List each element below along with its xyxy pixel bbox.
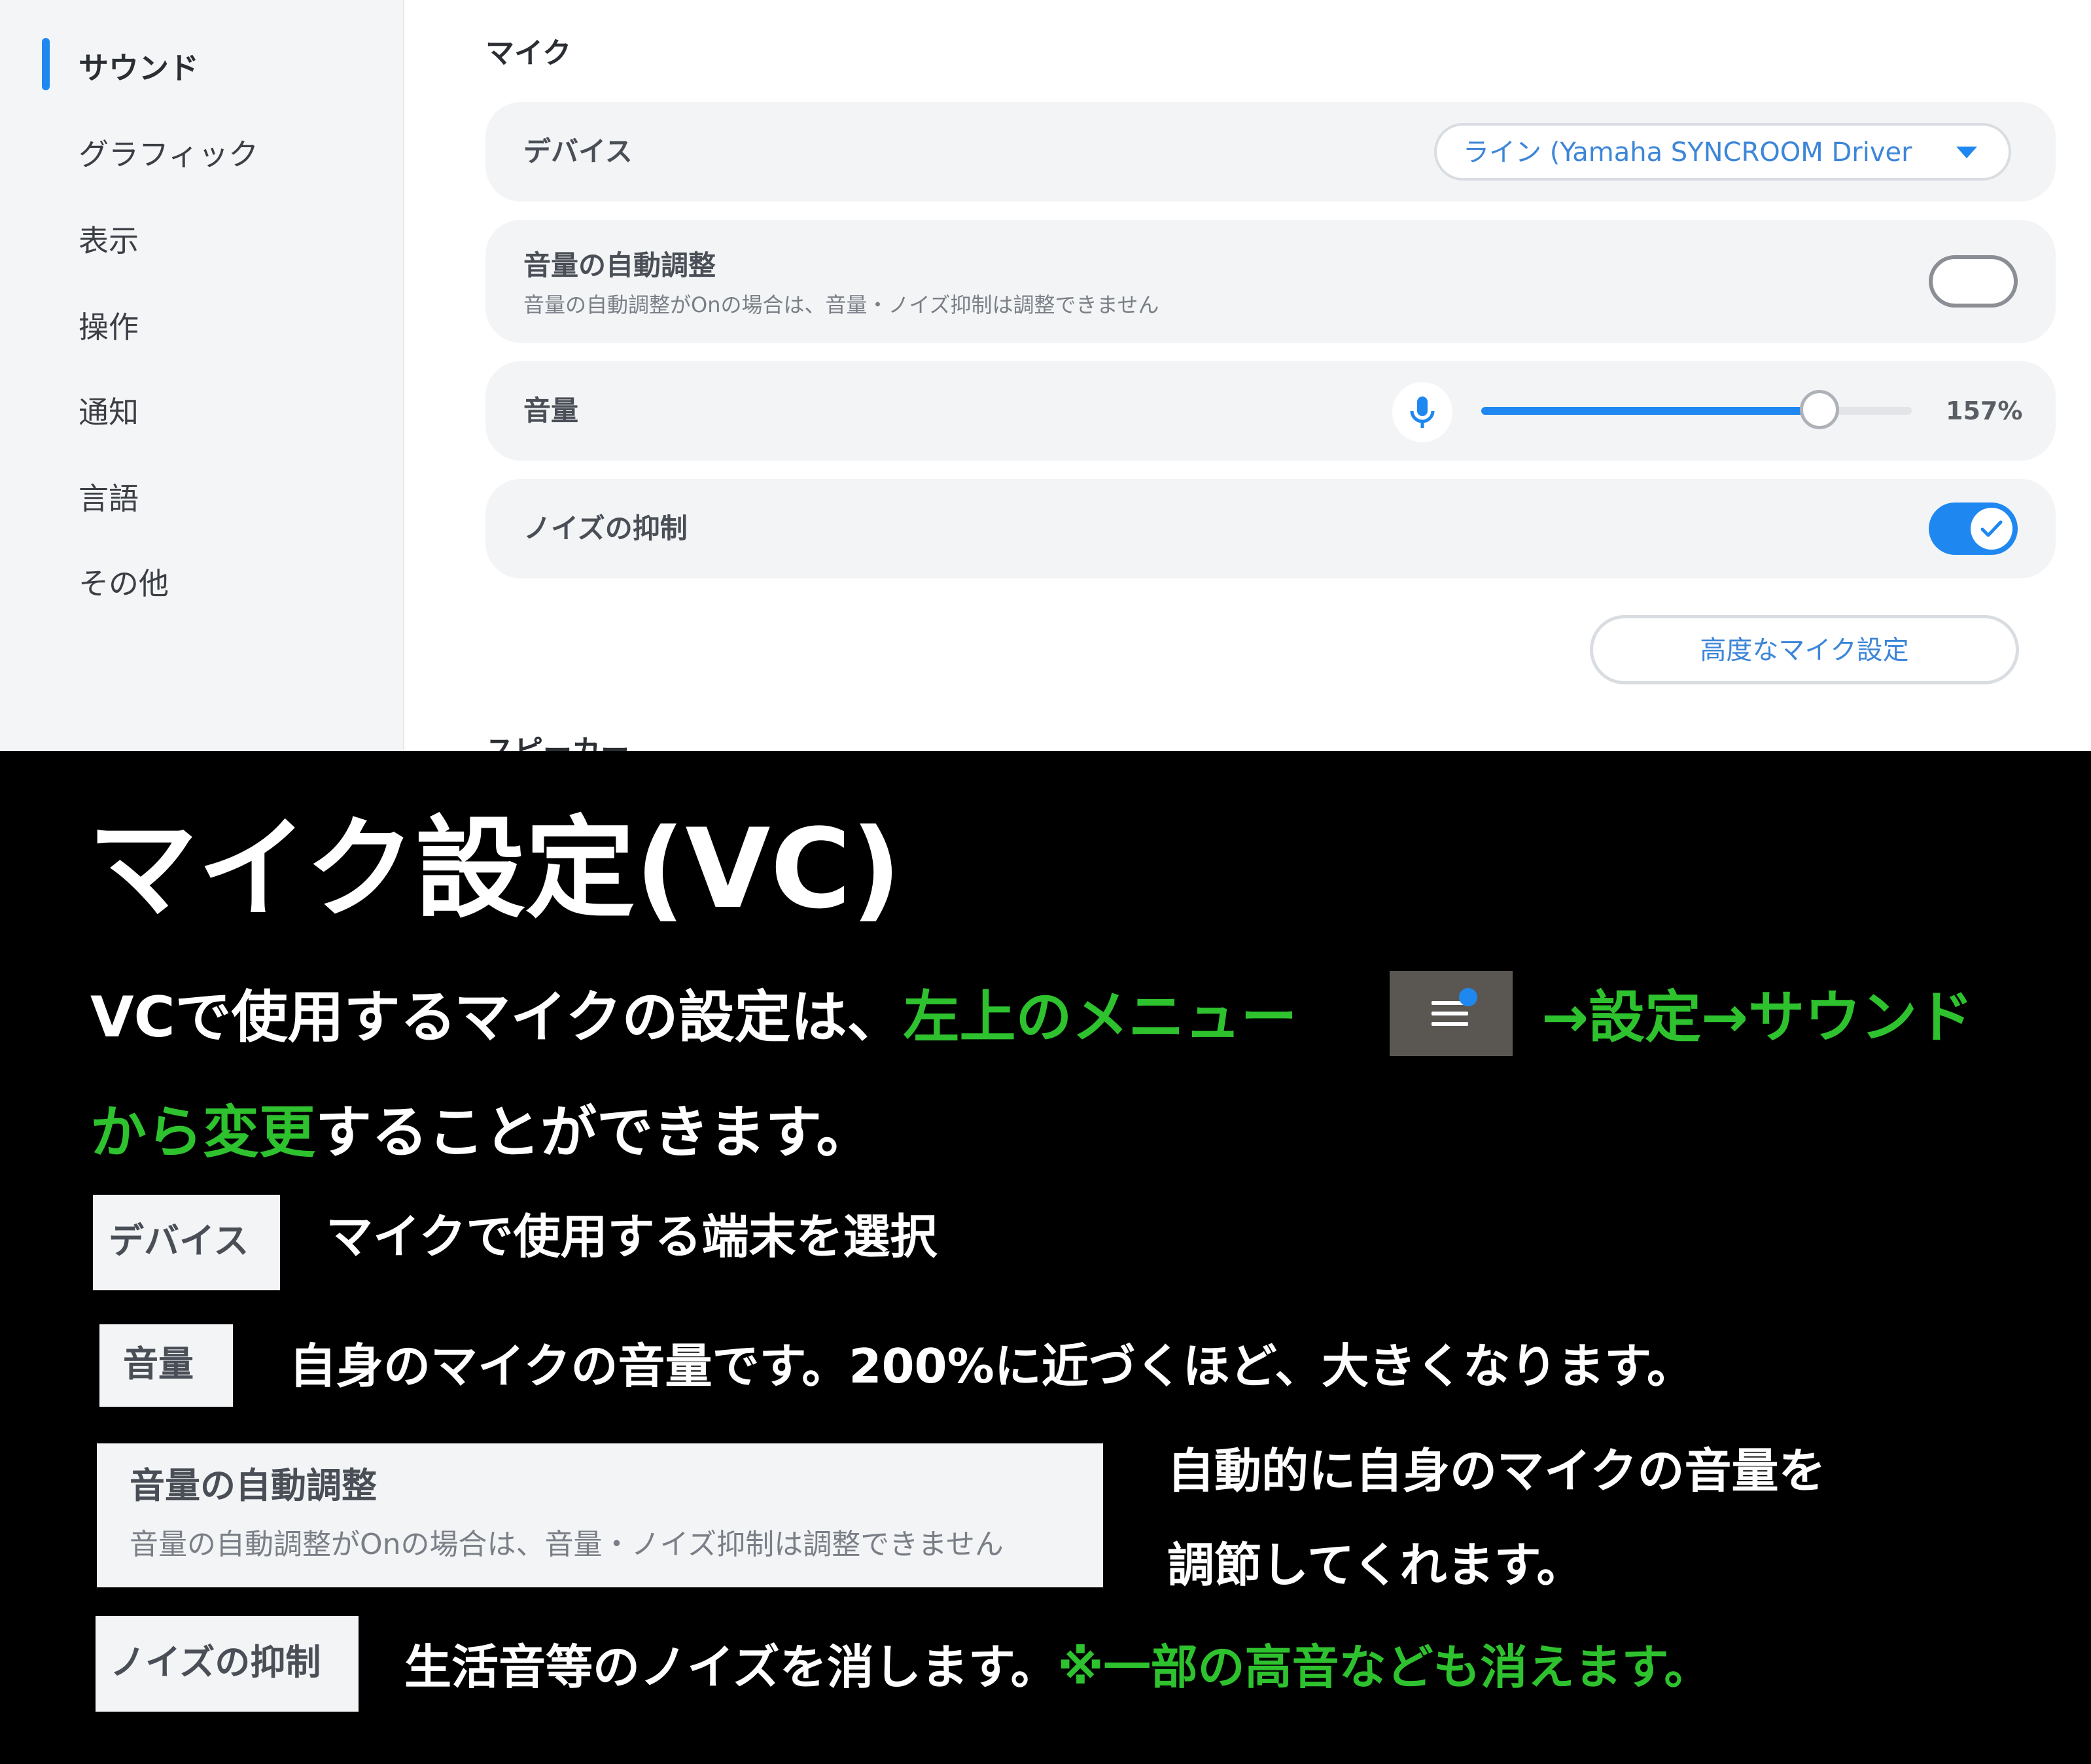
sidebar-item-language[interactable]: 言語 [79,479,139,518]
chip-volume-label: 音量 [123,1343,194,1385]
sidebar-item-notifications[interactable]: 通知 [79,393,139,432]
caption-line1-path: →設定→サウンド [1541,985,1974,1050]
auto-volume-label: 音量の自動調整 [523,249,716,281]
auto-volume-toggle[interactable] [1929,255,2018,308]
device-select-value: ライン (Yamaha SYNCROOM Driver [1463,137,1912,168]
chip-device: デバイス [93,1195,280,1290]
auto-volume-note: 音量の自動調整がOnの場合は、音量・ノイズ抑制は調整できません [523,292,1159,317]
chip-noise-label: ノイズの抑制 [110,1642,321,1683]
desc-auto-volume-line2: 調節してくれます。 [1167,1538,1584,1593]
device-select[interactable]: ライン (Yamaha SYNCROOM Driver [1434,123,2011,181]
desc-noise-text: 生活音等のノイズを消します。 [404,1640,1058,1695]
desc-auto-volume-line1: 自動的に自身のマイクの音量を [1167,1443,1826,1498]
hamburger-menu-icon [1432,1001,1468,1032]
microphone-icon [1410,397,1435,428]
toggle-knob [1971,508,2012,550]
chip-volume: 音量 [99,1324,233,1407]
check-icon [1980,520,2003,537]
caption-line2-text: することができます。 [315,1100,873,1165]
sidebar-item-other[interactable]: その他 [79,564,169,603]
noise-toggle[interactable] [1929,503,2018,555]
device-row: デバイス ライン (Yamaha SYNCROOM Driver [485,102,2056,202]
auto-volume-row: 音量の自動調整 音量の自動調整がOnの場合は、音量・ノイズ抑制は調整できません [485,220,2056,343]
desc-volume: 自身のマイクの音量です。200%に近づくほど、大きくなります。 [289,1339,1694,1394]
advanced-mic-settings-button[interactable]: 高度なマイク設定 [1590,615,2019,684]
caret-down-icon [1956,147,1977,158]
active-nav-indicator [42,38,50,90]
caption-line-1: VCで使用するマイクの設定は、左上のメニュー [90,981,1297,1053]
noise-label: ノイズの抑制 [523,512,688,544]
sidebar-item-graphics[interactable]: グラフィック [79,135,258,174]
notification-dot [1459,988,1477,1006]
chip-auto-volume: 音量の自動調整 音量の自動調整がOnの場合は、音量・ノイズ抑制は調整できません [97,1443,1103,1587]
caption-title: マイク設定(VC) [88,805,902,933]
desc-device: マイクで使用する端末を選択 [326,1209,938,1264]
caption-line1-highlight: 左上のメニュー [903,985,1297,1050]
toggle-knob [1937,260,1978,302]
desc-noise-note: ※一部の高音なども消えます。 [1057,1640,1712,1695]
chip-auto-volume-label: 音量の自動調整 [130,1465,377,1506]
chip-auto-volume-note: 音量の自動調整がOnの場合は、音量・ノイズ抑制は調整できません [130,1528,1004,1561]
volume-label: 音量 [523,395,579,427]
volume-slider[interactable] [1481,407,1912,415]
settings-screenshot: サウンド グラフィック 表示 操作 通知 言語 その他 マイク デバイス ライン… [0,0,2091,751]
volume-row: 音量 157% [485,361,2056,461]
menu-icon-sample [1390,971,1513,1056]
sidebar-item-sound[interactable]: サウンド [79,48,199,88]
settings-sidebar: サウンド グラフィック 表示 操作 通知 言語 その他 [0,0,404,751]
chip-device-label: デバイス [109,1220,249,1261]
mic-section-title: マイク [485,37,572,70]
sidebar-item-controls[interactable]: 操作 [79,308,139,347]
advanced-mic-settings-label: 高度なマイク設定 [1700,635,1909,665]
noise-row: ノイズの抑制 [485,479,2056,578]
desc-noise: 生活音等のノイズを消します。※一部の高音なども消えます。 [404,1636,1711,1699]
caption-line-2: から変更することができます。 [90,1097,872,1169]
mic-mute-button[interactable] [1392,382,1452,442]
volume-slider-fill [1481,407,1819,415]
chip-noise: ノイズの抑制 [96,1616,359,1712]
caption-line1-text: VCで使用するマイクの設定は、 [90,985,904,1050]
caption-line2-highlight: から変更 [90,1100,315,1165]
speaker-section-title-partial: スピーカー [485,734,629,751]
volume-slider-thumb[interactable] [1799,390,1839,429]
sidebar-item-display[interactable]: 表示 [79,221,139,260]
device-label: デバイス [523,135,633,168]
volume-percent: 157% [1946,397,2023,425]
